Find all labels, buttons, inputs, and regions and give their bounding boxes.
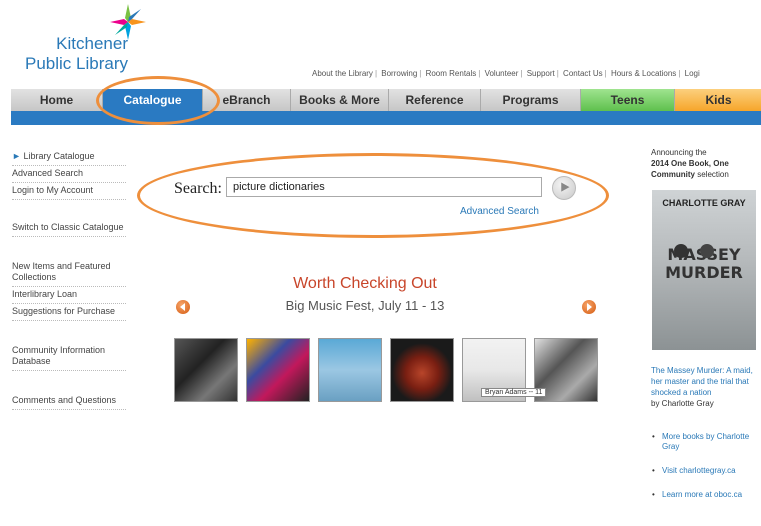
book-title-2: MURDER — [665, 263, 743, 282]
logo-line-1: Kitchener — [56, 34, 128, 53]
arrow-left-icon[interactable] — [176, 300, 190, 314]
utility-link-about[interactable]: About the Library — [312, 69, 373, 78]
promo-links: More books by Charlotte Gray Visit charl… — [652, 432, 761, 514]
utility-link-hours[interactable]: Hours & Locations — [611, 69, 676, 78]
promo-title-link[interactable]: The Massey Murder: A maid, her master an… — [651, 365, 761, 398]
album-tooltip: Bryan Adams -- 11 — [481, 388, 547, 397]
sidebar-item-classic-catalogue[interactable]: Switch to Classic Catalogue — [12, 220, 126, 237]
tab-books-more[interactable]: Books & More — [291, 89, 389, 111]
link-more-books[interactable]: More books by Charlotte Gray — [652, 432, 761, 452]
utility-link-login[interactable]: Logi — [685, 69, 700, 78]
book-author: CHARLOTTE GRAY — [662, 198, 746, 208]
logo[interactable]: Kitchener Public Library — [8, 34, 128, 74]
utility-link-support[interactable]: Support — [527, 69, 555, 78]
utility-links: About the Library | Borrowing | Room Renta… — [312, 69, 700, 78]
sidebar-item-login[interactable]: Login to My Account — [12, 183, 126, 200]
utility-link-borrowing[interactable]: Borrowing — [381, 69, 417, 78]
album-cover-2[interactable] — [246, 338, 310, 402]
tab-teens[interactable]: Teens — [581, 89, 675, 111]
sidebar-item-advanced-search[interactable]: Advanced Search — [12, 166, 126, 183]
promo-announcement: Announcing the 2014 One Book, One Commun… — [651, 148, 729, 179]
triangle-right-icon: ► — [12, 151, 21, 161]
album-cover-3[interactable] — [318, 338, 382, 402]
book-cover[interactable]: CHARLOTTE GRAY MASSEY MURDER — [652, 190, 756, 350]
promo-author: by Charlotte Gray — [651, 399, 714, 408]
utility-link-room-rentals[interactable]: Room Rentals — [426, 69, 477, 78]
tab-programs[interactable]: Programs — [481, 89, 581, 111]
utility-link-volunteer[interactable]: Volunteer — [485, 69, 519, 78]
sidebar: ► Library Catalogue Advanced Search Logi… — [12, 149, 126, 410]
promo-description: The Massey Murder: A maid, her master an… — [651, 365, 761, 409]
sidebar-item-suggestions[interactable]: Suggestions for Purchase — [12, 304, 126, 321]
tab-reference[interactable]: Reference — [389, 89, 481, 111]
carousel-title: Worth Checking Out — [293, 275, 437, 292]
arrow-right-icon[interactable] — [582, 300, 596, 314]
tab-kids[interactable]: Kids — [675, 89, 761, 111]
tab-home[interactable]: Home — [11, 89, 103, 111]
sidebar-item-new-items[interactable]: New Items and Featured Collections — [12, 259, 126, 287]
annotation-ellipse-search — [137, 153, 609, 238]
logo-line-2: Public Library — [25, 54, 128, 73]
portrait-icon — [700, 244, 714, 258]
sidebar-item-community-database[interactable]: Community Information Database — [12, 343, 126, 371]
sidebar-item-library-catalogue[interactable]: ► Library Catalogue — [12, 149, 126, 166]
link-charlottegray[interactable]: Visit charlottegray.ca — [652, 466, 761, 476]
utility-link-contact[interactable]: Contact Us — [563, 69, 603, 78]
album-cover-4[interactable] — [390, 338, 454, 402]
sidebar-item-interlibrary-loan[interactable]: Interlibrary Loan — [12, 287, 126, 304]
portrait-icon — [674, 244, 688, 258]
annotation-ellipse-catalogue — [96, 76, 220, 125]
carousel-subtitle: Big Music Fest, July 11 - 13 — [285, 298, 445, 313]
link-oboc[interactable]: Learn more at oboc.ca — [652, 490, 761, 500]
sidebar-item-comments[interactable]: Comments and Questions — [12, 393, 126, 410]
album-cover-1[interactable] — [174, 338, 238, 402]
